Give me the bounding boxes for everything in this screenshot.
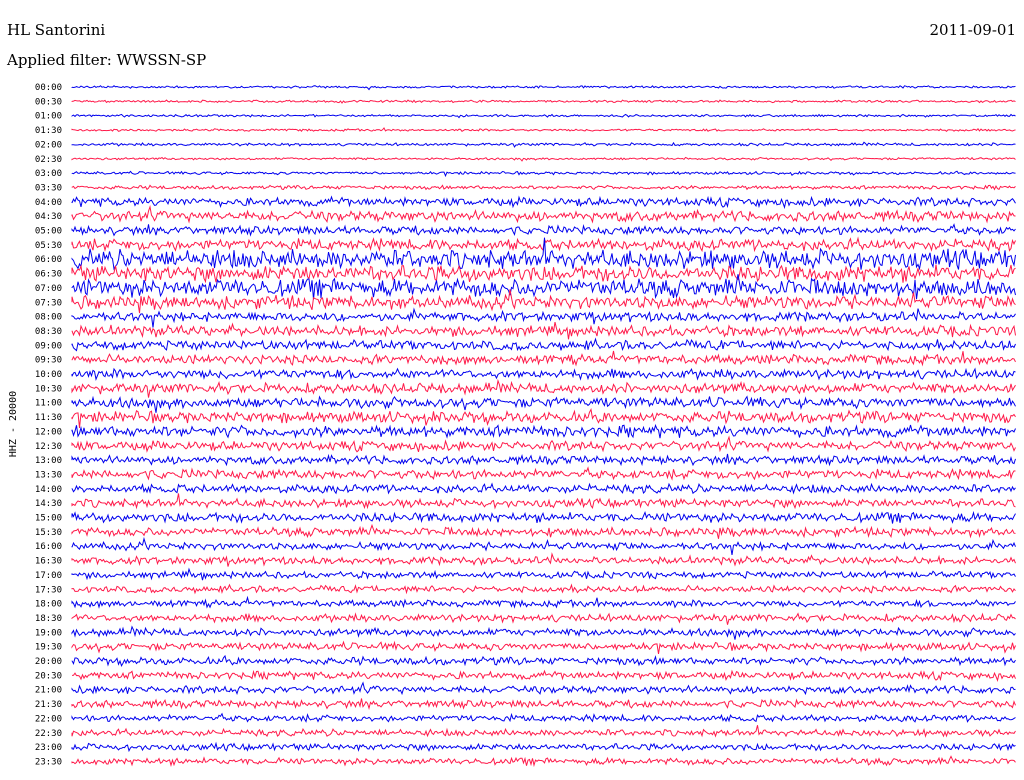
hour-tick-label: 16:30	[35, 557, 62, 567]
hour-tick-label: 21:00	[35, 686, 62, 696]
hour-tick-label: 21:30	[35, 700, 62, 710]
trace-row	[71, 669, 1016, 682]
hour-tick-label: 17:30	[35, 585, 62, 595]
trace-row	[71, 625, 1016, 640]
hour-tick-label: 20:30	[35, 671, 62, 681]
tick-label-group: 00:00 00:30 01:00 01:30 02:00 02:30 03:00 03:30…	[35, 83, 62, 767]
trace-row	[71, 755, 1016, 768]
trace-row	[71, 367, 1016, 381]
hour-tick-label: 12:30	[35, 442, 62, 452]
trace-row	[71, 493, 1016, 510]
hour-tick-label: 01:00	[35, 112, 62, 122]
trace-row	[71, 681, 1016, 696]
hour-tick-label: 04:00	[35, 198, 62, 208]
trace-row	[71, 725, 1016, 738]
hour-tick-label: 15:30	[35, 528, 62, 538]
trace-row	[71, 170, 1016, 178]
trace-row	[71, 184, 1016, 191]
hour-tick-label: 22:30	[35, 729, 62, 739]
hour-tick-label: 13:30	[35, 470, 62, 480]
hour-tick-label: 17:00	[35, 571, 62, 581]
hour-tick-label: 13:00	[35, 456, 62, 466]
trace-row	[71, 407, 1016, 428]
y-axis-label: HHZ - 20000	[8, 391, 19, 457]
trace-row	[71, 595, 1016, 609]
trace-row	[71, 156, 1016, 162]
hour-tick-label: 06:30	[35, 270, 62, 280]
trace-row	[71, 536, 1016, 555]
trace-row	[71, 640, 1016, 654]
hour-tick-label: 12:00	[35, 427, 62, 437]
hour-tick-label: 19:30	[35, 643, 62, 653]
trace-row	[71, 307, 1016, 328]
trace-row	[71, 612, 1016, 625]
hour-tick-label: 02:30	[35, 155, 62, 165]
trace-row	[71, 141, 1016, 148]
trace-group	[71, 85, 1016, 768]
hour-tick-label: 03:00	[35, 169, 62, 179]
trace-row	[71, 712, 1016, 723]
trace-row	[71, 274, 1016, 300]
hour-tick-label: 09:30	[35, 356, 62, 366]
hour-tick-label: 10:00	[35, 370, 62, 380]
trace-row	[71, 350, 1016, 367]
hour-tick-label: 18:30	[35, 614, 62, 624]
trace-row	[71, 741, 1016, 753]
trace-row	[71, 583, 1016, 595]
trace-row	[71, 113, 1016, 119]
hour-tick-label: 20:00	[35, 657, 62, 667]
trace-row	[71, 337, 1016, 352]
hour-tick-label: 23:30	[35, 757, 62, 767]
trace-row	[71, 523, 1016, 539]
hour-tick-label: 11:30	[35, 413, 62, 423]
hour-tick-label: 01:30	[35, 126, 62, 136]
hour-tick-label: 05:00	[35, 227, 62, 237]
trace-row	[71, 99, 1016, 104]
trace-row	[71, 321, 1016, 340]
hour-tick-label: 18:00	[35, 600, 62, 610]
hour-tick-label: 09:00	[35, 341, 62, 351]
hour-tick-label: 08:00	[35, 313, 62, 323]
trace-row	[71, 237, 1016, 271]
hour-tick-label: 14:30	[35, 499, 62, 509]
hour-tick-label: 06:00	[35, 255, 62, 265]
hour-tick-label: 03:30	[35, 183, 62, 193]
trace-row	[71, 466, 1016, 481]
trace-row	[71, 698, 1016, 711]
hour-tick-label: 00:30	[35, 97, 62, 107]
trace-row	[71, 654, 1016, 668]
trace-row	[71, 395, 1016, 413]
trace-row	[71, 85, 1016, 91]
trace-row	[71, 453, 1016, 467]
seismogram-chart: 00:00 00:30 01:00 01:30 02:00 02:30 03:00 03:30…	[8, 83, 1016, 768]
hour-tick-label: 07:00	[35, 284, 62, 294]
trace-row	[71, 195, 1016, 210]
trace-row	[71, 482, 1016, 495]
hour-tick-label: 22:00	[35, 714, 62, 724]
hour-tick-label: 14:00	[35, 485, 62, 495]
hour-tick-label: 07:30	[35, 298, 62, 308]
trace-row	[71, 510, 1016, 524]
hour-tick-label: 04:30	[35, 212, 62, 222]
trace-row	[71, 378, 1016, 398]
hour-tick-label: 05:30	[35, 241, 62, 251]
hour-tick-label: 15:00	[35, 514, 62, 524]
hour-tick-label: 19:00	[35, 628, 62, 638]
trace-row	[71, 435, 1016, 453]
hour-tick-label: 08:30	[35, 327, 62, 337]
hour-tick-label: 00:00	[35, 83, 62, 93]
trace-row	[71, 289, 1016, 314]
hour-tick-label: 02:00	[35, 140, 62, 150]
hour-tick-label: 11:00	[35, 399, 62, 409]
trace-row	[71, 567, 1016, 581]
hour-tick-label: 23:00	[35, 743, 62, 753]
trace-row	[71, 204, 1016, 224]
hour-tick-label: 10:30	[35, 384, 62, 394]
trace-row	[71, 423, 1016, 439]
trace-row	[71, 223, 1016, 237]
hour-tick-label: 16:00	[35, 542, 62, 552]
trace-row	[71, 127, 1016, 132]
trace-row	[71, 552, 1016, 567]
